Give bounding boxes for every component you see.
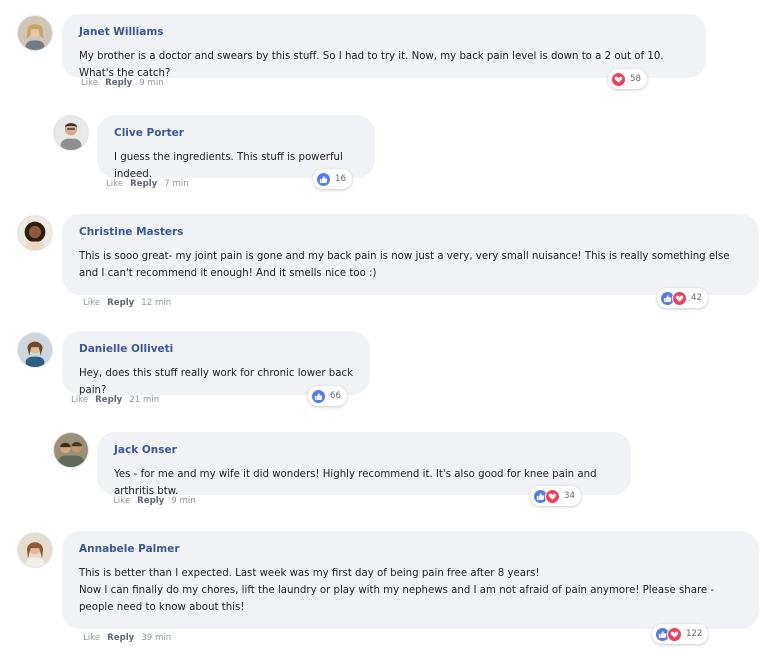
reaction-summary[interactable]: 16 [313, 169, 352, 189]
comment-text: This is better than I expected. Last wee… [79, 568, 715, 613]
heart-icon [672, 290, 687, 306]
author-name[interactable]: Janet Williams [79, 26, 689, 38]
heart-icon [667, 626, 682, 642]
reaction-summary[interactable]: 42 [657, 288, 708, 308]
reaction-summary[interactable]: 66 [308, 386, 347, 406]
like-link[interactable]: Like [83, 298, 100, 308]
reaction-count: 34 [564, 491, 575, 501]
avatar[interactable] [53, 432, 89, 468]
avatar[interactable] [17, 332, 53, 368]
author-name[interactable]: Danielle Olliveti [79, 343, 353, 355]
comment-bubble: Annabele Palmer This is better than I ex… [62, 531, 759, 629]
reaction-summary[interactable]: 58 [608, 69, 647, 89]
thumbs-up-icon [316, 171, 331, 187]
comment-actions: Like Reply 7 min [106, 179, 196, 189]
comment-text: This is sooo great- my joint pain is gon… [79, 251, 730, 279]
reply-link[interactable]: Reply [105, 78, 132, 88]
avatar[interactable] [17, 215, 53, 251]
timestamp[interactable]: 21 min [129, 395, 159, 405]
reply-link[interactable]: Reply [95, 395, 122, 405]
reaction-count: 122 [686, 629, 703, 639]
comment-actions: Like Reply 9 min [113, 496, 203, 506]
comment-bubble: Christine Masters This is sooo great- my… [62, 214, 759, 295]
comment-actions: Like Reply 21 min [71, 395, 166, 405]
comment-actions: Like Reply 39 min [83, 633, 178, 643]
comment-actions: Like Reply 12 min [83, 298, 178, 308]
timestamp[interactable]: 9 min [139, 78, 163, 88]
comment-bubble: Janet Williams My brother is a doctor an… [62, 14, 706, 79]
timestamp[interactable]: 39 min [141, 633, 171, 643]
avatar[interactable] [53, 115, 89, 151]
reaction-count: 42 [691, 293, 702, 303]
heart-icon [545, 488, 560, 504]
reply-link[interactable]: Reply [130, 179, 157, 189]
reaction-count: 16 [335, 174, 346, 184]
comment-text: My brother is a doctor and swears by thi… [79, 51, 664, 79]
avatar[interactable] [17, 15, 53, 51]
reaction-summary[interactable]: 122 [652, 624, 709, 644]
reply-link[interactable]: Reply [137, 496, 164, 506]
heart-icon [611, 71, 626, 87]
author-name[interactable]: Annabele Palmer [79, 543, 742, 555]
like-link[interactable]: Like [71, 395, 88, 405]
like-link[interactable]: Like [81, 78, 98, 88]
avatar[interactable] [17, 532, 53, 568]
like-link[interactable]: Like [113, 496, 130, 506]
reply-link[interactable]: Reply [107, 298, 134, 308]
reply-link[interactable]: Reply [107, 633, 134, 643]
like-link[interactable]: Like [106, 179, 123, 189]
timestamp[interactable]: 9 min [171, 496, 195, 506]
timestamp[interactable]: 7 min [164, 179, 188, 189]
reaction-summary[interactable]: 34 [530, 486, 581, 506]
like-link[interactable]: Like [83, 633, 100, 643]
thumbs-up-icon [311, 388, 326, 404]
author-name[interactable]: Clive Porter [114, 127, 358, 139]
author-name[interactable]: Christine Masters [79, 226, 742, 238]
reaction-count: 58 [630, 74, 641, 84]
comment-actions: Like Reply 9 min [81, 78, 171, 88]
timestamp[interactable]: 12 min [141, 298, 171, 308]
reaction-count: 66 [330, 391, 341, 401]
author-name[interactable]: Jack Onser [114, 444, 614, 456]
